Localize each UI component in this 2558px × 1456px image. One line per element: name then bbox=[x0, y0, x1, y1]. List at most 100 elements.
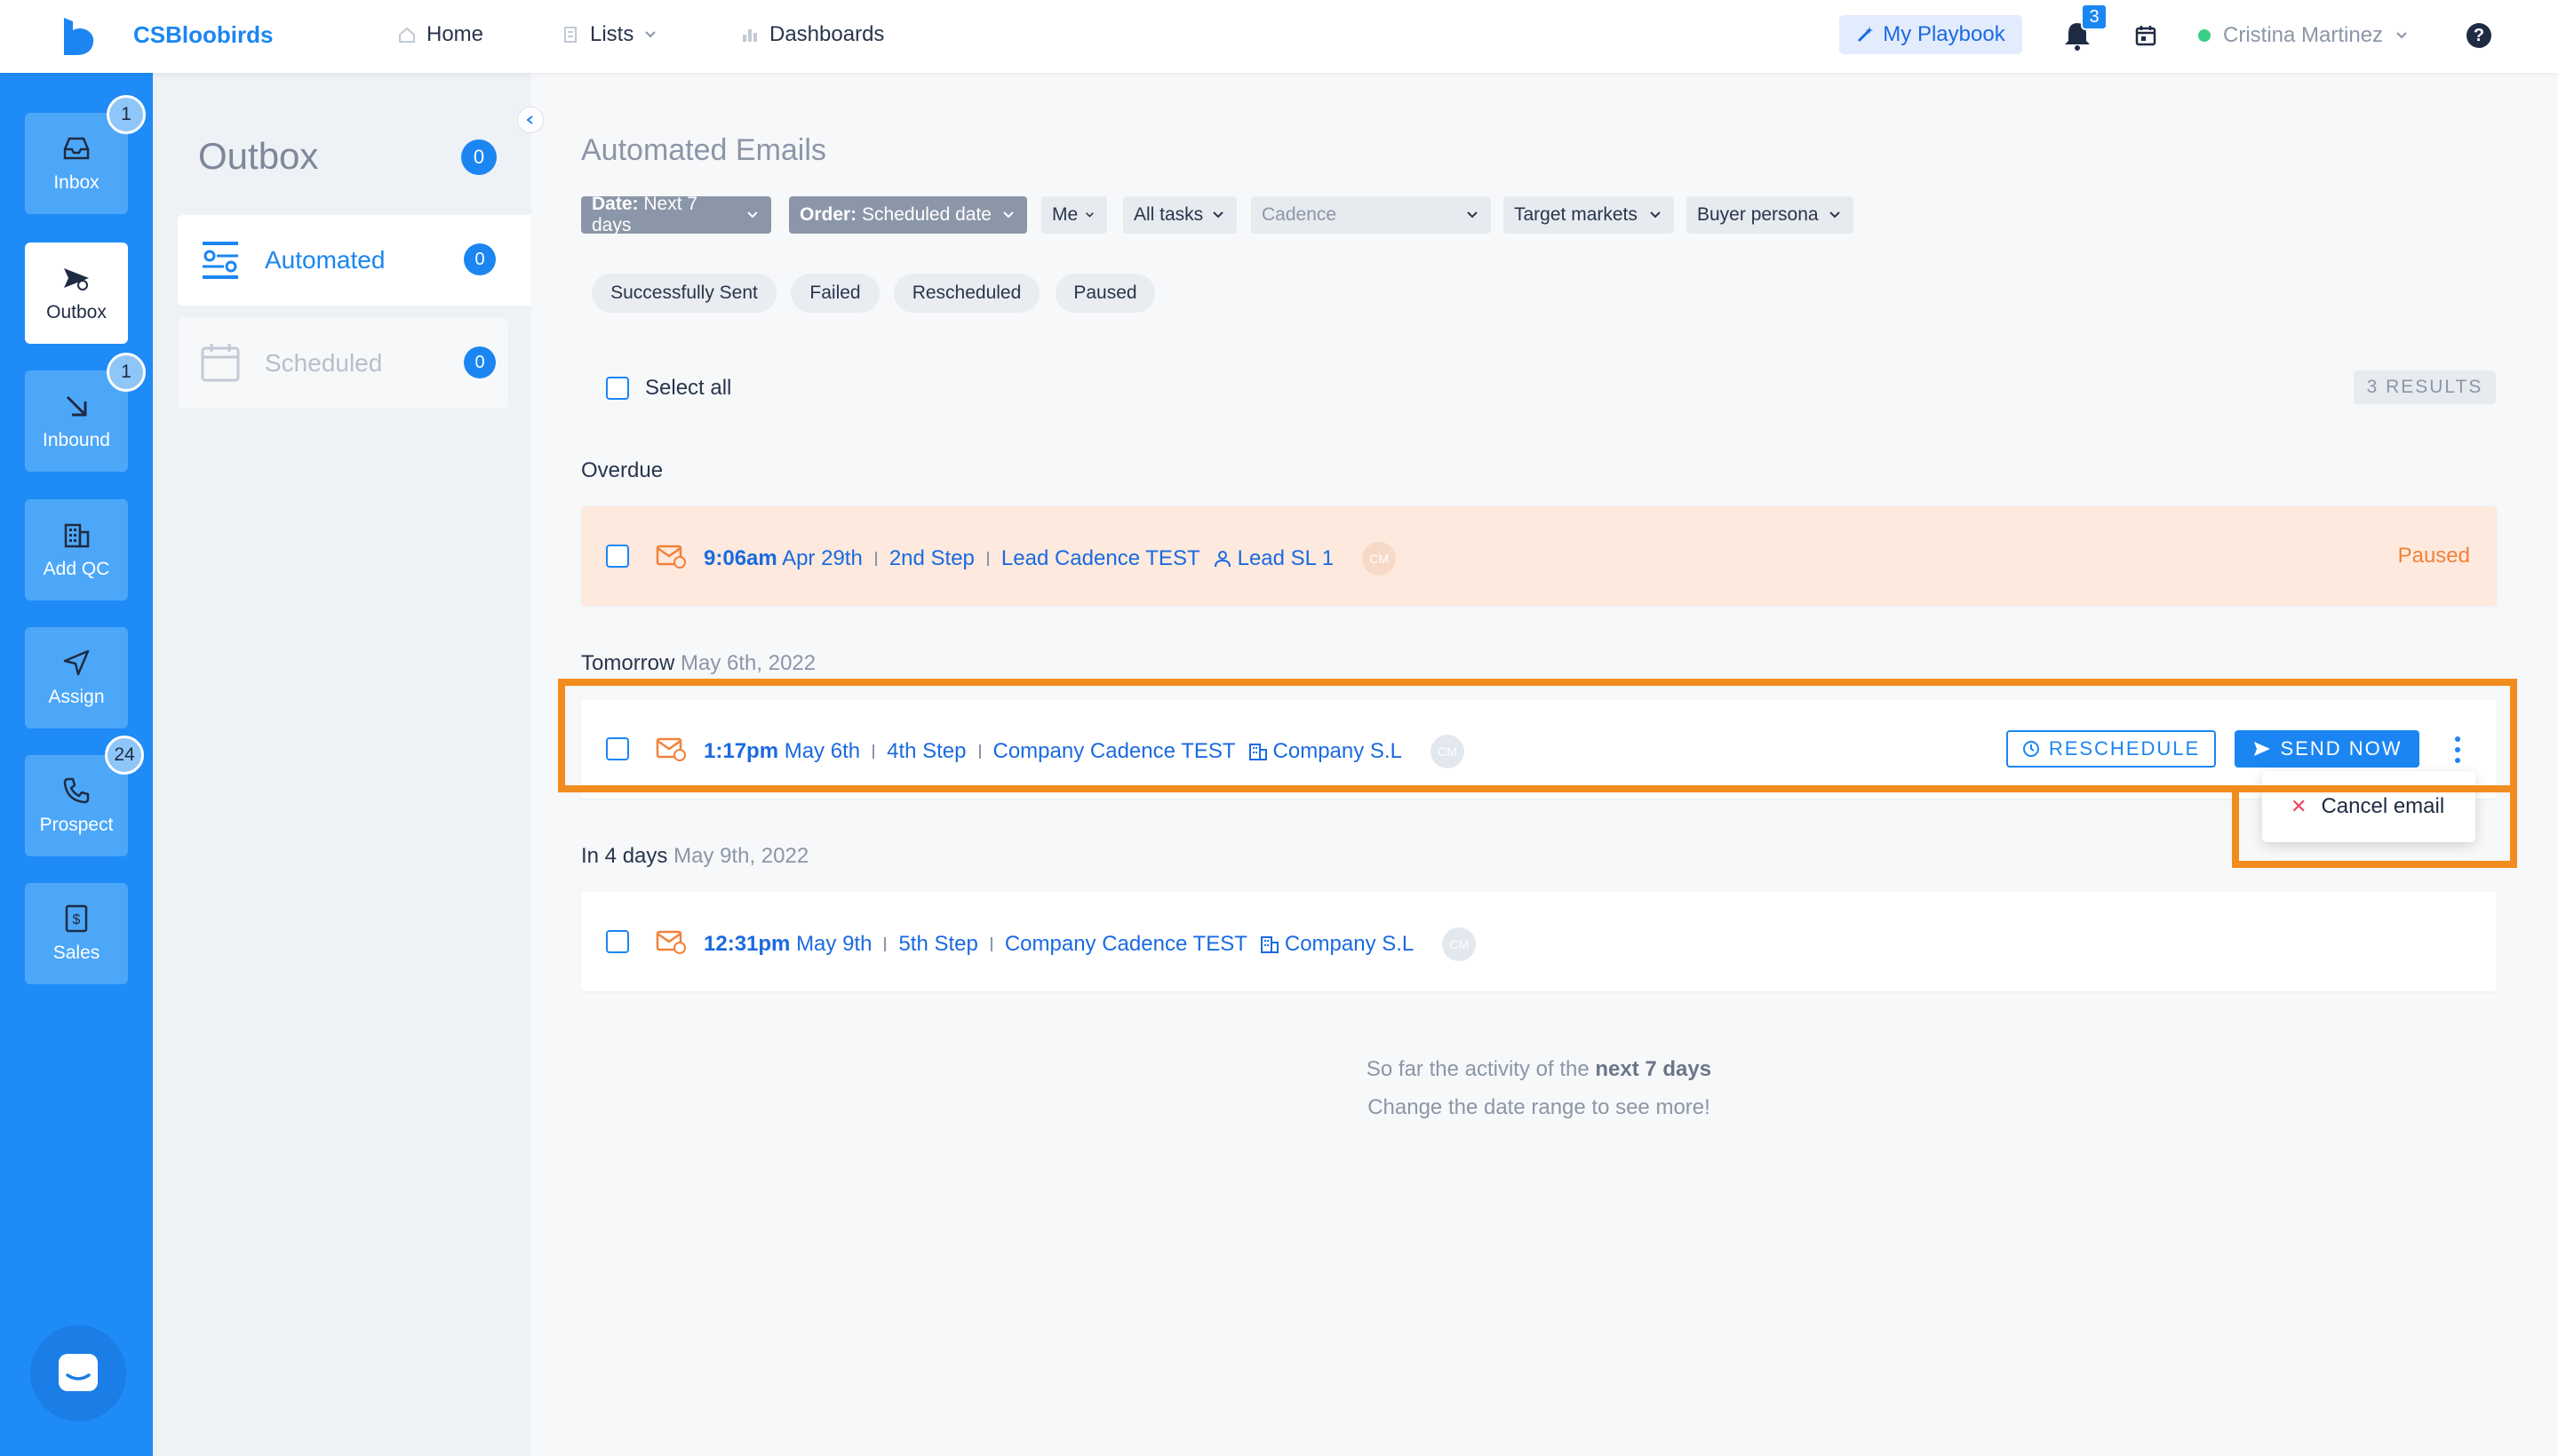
status-chip-successfully-sent[interactable]: Successfully Sent bbox=[592, 274, 777, 313]
order-filter-text: Order: Scheduled date bbox=[800, 204, 992, 226]
email-target[interactable]: Company S.L bbox=[1260, 932, 1414, 957]
chat-launcher[interactable] bbox=[30, 1325, 126, 1421]
group-subtitle: May 6th, 2022 bbox=[681, 651, 817, 675]
divider bbox=[990, 937, 992, 951]
brand-name[interactable]: CSBloobirds bbox=[133, 21, 273, 49]
building-icon bbox=[1260, 936, 1279, 953]
automation-sliders-icon bbox=[203, 242, 238, 279]
target-markets-filter-value: Target markets bbox=[1514, 204, 1638, 225]
inbound-badge: 1 bbox=[107, 353, 146, 392]
tab-count-badge: 0 bbox=[464, 346, 496, 378]
order-filter-value: Scheduled date bbox=[862, 204, 992, 225]
person-icon bbox=[1214, 551, 1231, 568]
tab-count-badge: 0 bbox=[464, 243, 496, 275]
row-actions-menu[interactable]: ✕ Cancel email bbox=[2262, 771, 2475, 842]
more-options-icon[interactable] bbox=[2447, 734, 2468, 766]
send-icon bbox=[64, 268, 89, 290]
nav-lists[interactable]: Lists bbox=[562, 22, 657, 47]
email-target[interactable]: Company S.L bbox=[1248, 739, 1402, 764]
tab-label: Automated bbox=[265, 246, 386, 274]
target-markets-filter[interactable]: Target markets bbox=[1503, 196, 1674, 234]
owner-filter-value: Me bbox=[1052, 204, 1079, 225]
footer-line1-bold: next 7 days bbox=[1595, 1057, 1712, 1081]
send-now-button[interactable]: SEND NOW bbox=[2235, 730, 2419, 768]
buyer-persona-filter[interactable]: Buyer persona bbox=[1686, 196, 1853, 234]
select-all-checkbox[interactable] bbox=[606, 377, 629, 400]
building-icon bbox=[1248, 744, 1267, 760]
calendar-icon bbox=[201, 344, 240, 382]
email-target[interactable]: Lead SL 1 bbox=[1213, 546, 1335, 571]
navigation-icon bbox=[63, 649, 90, 676]
email-date: Apr 29th bbox=[782, 546, 863, 570]
date-filter[interactable]: Date: Next 7 days bbox=[581, 194, 771, 235]
email-datetime: 1:17pm May 6th bbox=[704, 739, 860, 764]
email-cadence[interactable]: Company Cadence TEST bbox=[1005, 932, 1247, 957]
cancel-email-option[interactable]: Cancel email bbox=[2321, 794, 2444, 819]
calendar-icon[interactable] bbox=[2134, 24, 2157, 47]
row-checkbox[interactable] bbox=[606, 545, 629, 568]
svg-text:$: $ bbox=[73, 912, 81, 927]
order-filter[interactable]: Order: Scheduled date bbox=[789, 196, 1027, 234]
sidebar-item-outbox[interactable]: Outbox bbox=[25, 243, 128, 344]
email-row[interactable]: 12:31pm May 9th 5th Step Company Cadence… bbox=[581, 892, 2497, 991]
email-target-name: Lead SL 1 bbox=[1237, 546, 1335, 570]
auto-email-icon bbox=[656, 737, 686, 761]
owner-filter[interactable]: Me bbox=[1041, 196, 1107, 234]
nav-lists-label: Lists bbox=[590, 22, 634, 46]
email-row[interactable]: 9:06am Apr 29th 2nd Step Lead Cadence TE… bbox=[581, 506, 2497, 606]
reschedule-button[interactable]: RESCHEDULE bbox=[2006, 730, 2216, 768]
email-step[interactable]: 5th Step bbox=[898, 932, 977, 957]
footer-line1: So far the activity of the bbox=[1366, 1057, 1590, 1081]
phone-icon bbox=[63, 777, 90, 804]
sidebar-item-add-qc[interactable]: Add QC bbox=[25, 499, 128, 601]
nav-dashboards[interactable]: Dashboards bbox=[741, 22, 884, 47]
email-step[interactable]: 2nd Step bbox=[889, 546, 975, 571]
chevron-down-icon bbox=[2396, 32, 2407, 39]
email-cadence[interactable]: Lead Cadence TEST bbox=[1001, 546, 1200, 571]
auto-email-icon bbox=[656, 545, 686, 569]
group-title-overdue: Overdue bbox=[581, 458, 663, 483]
group-title-text: Tomorrow bbox=[581, 651, 675, 675]
email-datetime: 12:31pm May 9th bbox=[704, 932, 872, 957]
building-icon bbox=[64, 523, 90, 548]
my-playbook-button[interactable]: My Playbook bbox=[1839, 15, 2022, 54]
bloobirds-logo-icon[interactable] bbox=[60, 18, 96, 55]
chevron-down-icon bbox=[1086, 212, 1095, 218]
clock-icon bbox=[2022, 741, 2039, 757]
email-time: 1:17pm bbox=[704, 739, 779, 763]
avatar: CM bbox=[1442, 927, 1477, 961]
collapse-panel-button[interactable] bbox=[517, 107, 544, 133]
chevron-down-icon bbox=[645, 31, 657, 38]
tasks-filter[interactable]: All tasks bbox=[1123, 196, 1237, 234]
buyer-persona-filter-value: Buyer persona bbox=[1697, 204, 1819, 225]
online-status-dot bbox=[2198, 29, 2211, 42]
status-chip-paused[interactable]: Paused bbox=[1056, 274, 1155, 313]
sidebar-item-label: Outbox bbox=[46, 302, 107, 322]
order-filter-key: Order: bbox=[800, 204, 857, 225]
help-icon[interactable]: ? bbox=[2466, 23, 2491, 48]
group-title-text: Overdue bbox=[581, 458, 664, 482]
row-checkbox[interactable] bbox=[606, 737, 629, 760]
row-checkbox[interactable] bbox=[606, 930, 629, 953]
chevron-left-icon bbox=[526, 115, 533, 124]
prospect-badge: 24 bbox=[105, 736, 144, 775]
cadence-filter[interactable]: Cadence bbox=[1251, 196, 1491, 234]
panel-title: Outbox bbox=[198, 135, 319, 177]
status-chip-rescheduled[interactable]: Rescheduled bbox=[894, 274, 1040, 313]
sidebar-item-sales[interactable]: $ Sales bbox=[25, 883, 128, 984]
sidebar-item-assign[interactable]: Assign bbox=[25, 627, 128, 728]
outbox-count-badge: 0 bbox=[461, 139, 497, 175]
my-playbook-label: My Playbook bbox=[1883, 22, 2005, 46]
tab-automated[interactable]: Automated 0 bbox=[178, 215, 531, 306]
nav-home[interactable]: Home bbox=[398, 22, 483, 47]
status-chip-failed[interactable]: Failed bbox=[791, 274, 880, 313]
user-menu[interactable]: Cristina Martinez bbox=[2198, 23, 2408, 48]
tab-scheduled[interactable]: Scheduled 0 bbox=[178, 318, 508, 409]
send-now-label: SEND NOW bbox=[2280, 737, 2403, 760]
divider bbox=[884, 937, 887, 951]
chat-icon bbox=[59, 1354, 98, 1391]
email-cadence[interactable]: Company Cadence TEST bbox=[993, 739, 1236, 764]
user-name: Cristina Martinez bbox=[2223, 23, 2384, 47]
select-all[interactable]: Select all bbox=[606, 376, 731, 401]
email-step[interactable]: 4th Step bbox=[887, 739, 966, 764]
